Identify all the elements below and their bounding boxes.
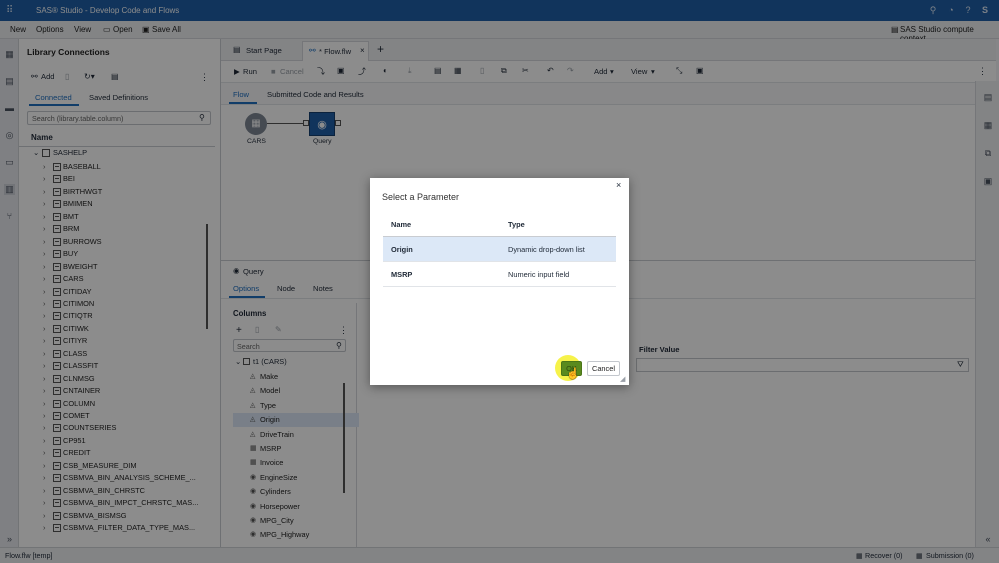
cancel-button-label: Cancel <box>591 364 615 373</box>
select-parameter-dialog: Select a Parameter × Name Type Origin Dy… <box>370 178 629 385</box>
parameter-name: Origin <box>391 245 413 254</box>
resize-handle-icon[interactable]: ◢ <box>620 375 625 383</box>
mouse-pointer-icon: ☝ <box>566 368 580 380</box>
parameter-type: Dynamic drop-down list <box>508 245 585 254</box>
dialog-table-header: Name Type <box>383 212 616 237</box>
name-column-header: Name <box>391 220 412 229</box>
cancel-button[interactable]: Cancel <box>587 361 620 376</box>
table-row[interactable]: Origin Dynamic drop-down list <box>383 237 616 262</box>
parameter-name: MSRP <box>391 270 413 279</box>
close-icon[interactable]: × <box>616 180 621 190</box>
dialog-title: Select a Parameter <box>382 192 460 202</box>
table-row[interactable]: MSRP Numeric input field <box>383 262 616 287</box>
type-column-header: Type <box>508 220 525 229</box>
parameter-type: Numeric input field <box>508 270 570 279</box>
